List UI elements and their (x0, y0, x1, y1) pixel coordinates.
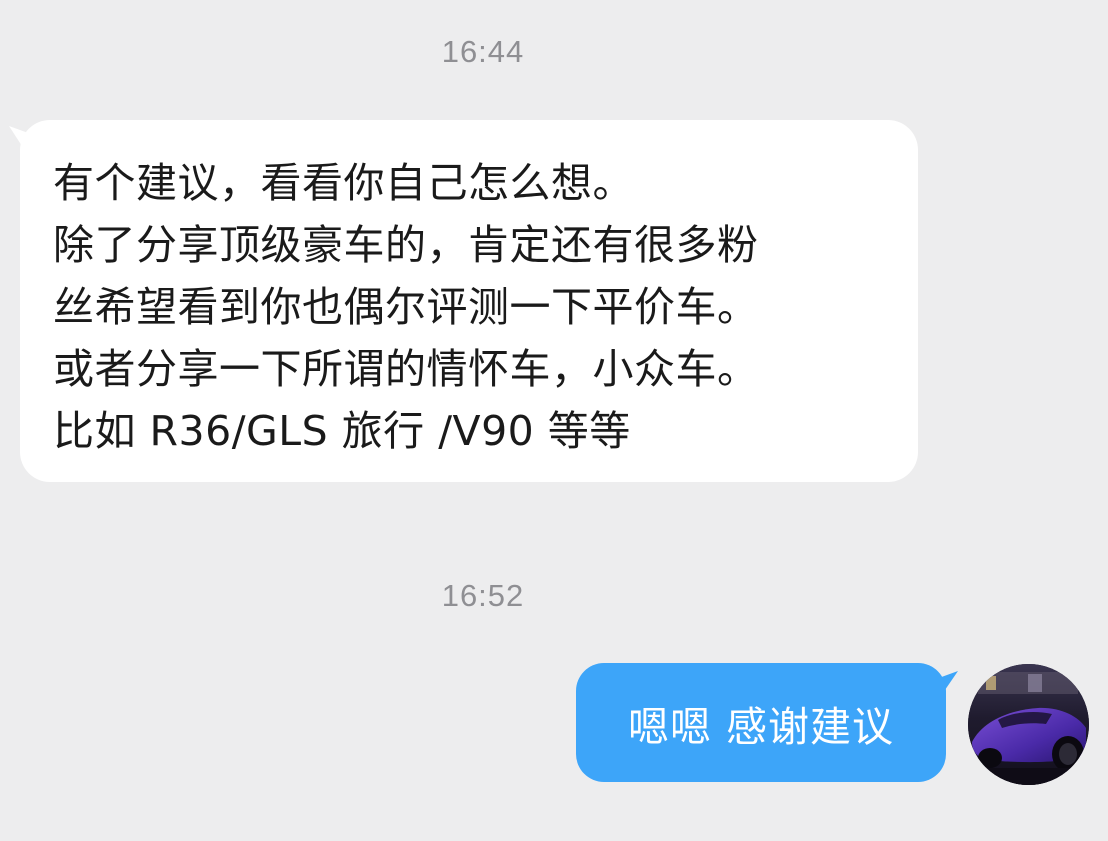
avatar[interactable] (968, 664, 1089, 785)
timestamp: 16:52 (441, 578, 525, 613)
message-line: 除了分享顶级豪车的，肯定还有很多粉 (53, 221, 759, 269)
message-line: 有个建议，看看你自己怎么想。 (53, 159, 634, 207)
timestamp: 16:44 (441, 34, 525, 69)
message-line: 比如 R36/GLS 旅行 /V90 等等 (53, 407, 631, 455)
message-line: 或者分享一下所谓的情怀车，小众车。 (53, 345, 759, 393)
outgoing-message-bubble[interactable]: 嗯嗯 感谢建议 (576, 663, 946, 782)
message-text: 嗯嗯 感谢建议 (627, 702, 895, 751)
purple-supercar-photo-icon (968, 664, 1089, 785)
message-line: 丝希望看到你也偶尔评测一下平价车。 (53, 283, 759, 331)
incoming-message-bubble[interactable]: 有个建议，看看你自己怎么想。 除了分享顶级豪车的，肯定还有很多粉 丝希望看到你也… (20, 120, 918, 482)
